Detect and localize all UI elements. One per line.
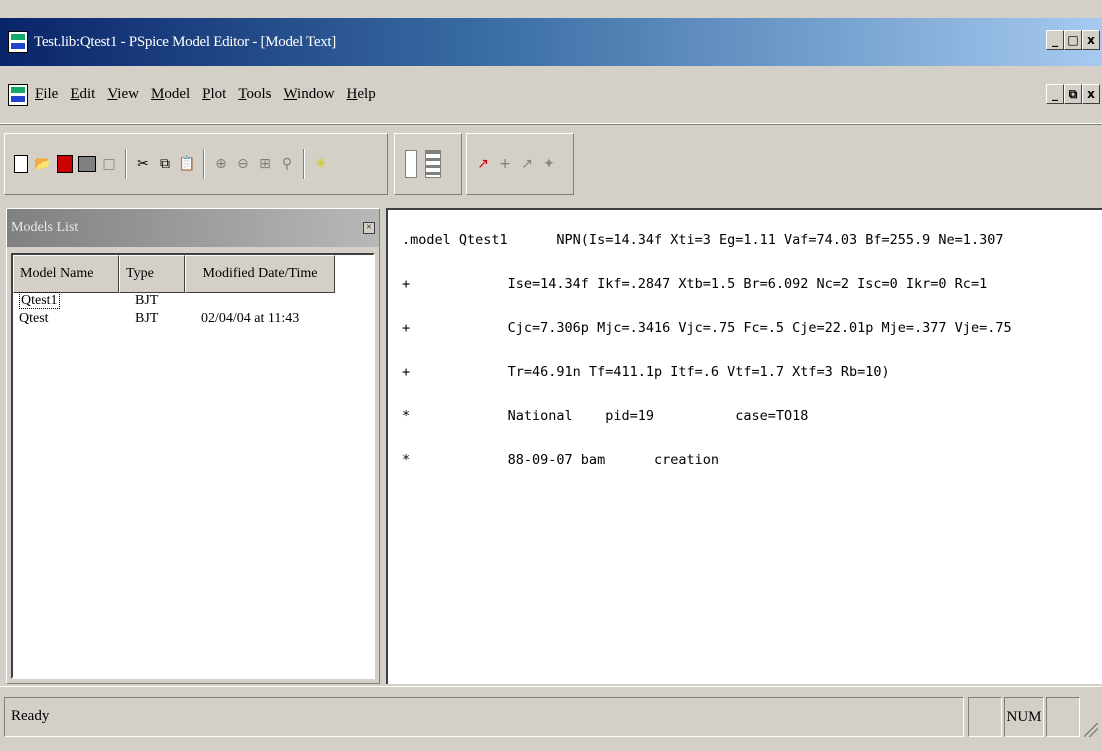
cut-icon[interactable]: ✂ xyxy=(133,151,153,177)
code-line[interactable]: + Ise=14.34f Ikf=.2847 Xtb=1.5 Br=6.092 … xyxy=(402,276,987,292)
model-text-editor[interactable]: .model Qtest1 NPN(Is=14.34f Xti=3 Eg=1.1… xyxy=(386,208,1102,684)
models-list-header: Models List × xyxy=(7,209,379,247)
toolbar-group-plot: ↗ + ↗ ✦ xyxy=(466,133,574,195)
code-line[interactable]: .model Qtest1 NPN(Is=14.34f Xti=3 Eg=1.1… xyxy=(402,232,1003,248)
menu-window[interactable]: Window xyxy=(282,84,335,105)
status-indicator-caps xyxy=(968,697,1002,737)
open-icon[interactable]: 📂 xyxy=(33,151,53,177)
document-icon[interactable] xyxy=(8,83,28,106)
model-date-cell: 02/04/04 at 11:43 xyxy=(201,311,300,326)
fit-icon[interactable]: ✦ xyxy=(539,151,559,177)
model-type-cell: BJT xyxy=(135,293,159,308)
column-model-name[interactable]: Model Name xyxy=(13,255,119,293)
code-line[interactable]: + Tr=46.91n Tf=411.1p Itf=.6 Vtf=1.7 Xtf… xyxy=(402,364,890,380)
toolbar-separator xyxy=(203,149,205,179)
window-controls: _ □ x xyxy=(1046,30,1100,50)
model-date-cell xyxy=(185,293,335,311)
child-close-button[interactable]: x xyxy=(1082,84,1100,104)
child-minimize-button[interactable]: _ xyxy=(1046,84,1064,104)
paste-icon[interactable]: 📋 xyxy=(177,151,197,177)
menu-plot[interactable]: Plot xyxy=(201,84,227,105)
models-list-panel: Models List × Model Name Type Modified D… xyxy=(6,208,380,684)
status-bar: Ready NUM xyxy=(0,686,1102,751)
new-icon[interactable] xyxy=(11,151,31,177)
status-text: Ready xyxy=(4,697,964,737)
maximize-button[interactable]: □ xyxy=(1064,30,1082,50)
add-trace-icon[interactable]: ↗ xyxy=(473,151,493,177)
menu-edit[interactable]: Edit xyxy=(69,84,96,105)
close-icon[interactable]: × xyxy=(363,222,375,234)
save-icon[interactable] xyxy=(55,151,75,177)
menu-bar: File Edit View Model Plot Tools Window H… xyxy=(0,66,1102,124)
zoom-area-icon[interactable]: ⊞ xyxy=(255,151,275,177)
zoom-fit-icon[interactable]: ⚲ xyxy=(277,151,297,177)
code-line[interactable]: + Cjc=7.306p Mjc=.3416 Vjc=.75 Fc=.5 Cje… xyxy=(402,320,1012,336)
toolbar-group-view xyxy=(394,133,462,195)
model-name-cell: Qtest xyxy=(19,311,49,326)
model-name-cell: Qtest1 xyxy=(19,292,60,309)
column-modified[interactable]: Modified Date/Time xyxy=(185,255,335,293)
models-list-title: Models List xyxy=(11,220,79,235)
list-item[interactable]: Qtest1 BJT xyxy=(13,292,373,311)
cursor-icon[interactable]: + xyxy=(495,151,515,177)
models-list[interactable]: Model Name Type Modified Date/Time Qtest… xyxy=(11,253,375,679)
menu-help[interactable]: Help xyxy=(346,84,377,105)
status-indicator-scroll xyxy=(1046,697,1080,737)
menu-model[interactable]: Model xyxy=(150,84,191,105)
view-panel-icon[interactable] xyxy=(401,150,421,178)
child-restore-button[interactable]: ⧉ xyxy=(1064,84,1082,104)
status-indicator-num: NUM xyxy=(1004,697,1044,737)
toolbar-separator xyxy=(303,149,305,179)
model-type-cell: BJT xyxy=(135,311,159,326)
view-text-icon[interactable] xyxy=(423,150,443,178)
column-type[interactable]: Type xyxy=(119,255,185,293)
print-icon[interactable] xyxy=(77,151,97,177)
toolbar: 📂 □ ✂ ⧉ 📋 ⊕ ⊖ ⊞ ⚲ ✳ ↗ + ↗ ✦ xyxy=(0,124,1102,206)
code-line[interactable]: * 88-09-07 bam creation xyxy=(402,452,719,468)
copy-icon[interactable]: ⧉ xyxy=(155,151,175,177)
zoom-in-icon[interactable]: ⊕ xyxy=(211,151,231,177)
toolbar-group-main: 📂 □ ✂ ⧉ 📋 ⊕ ⊖ ⊞ ⚲ ✳ xyxy=(4,133,388,195)
list-item[interactable]: Qtest BJT 02/04/04 at 11:43 xyxy=(13,311,373,329)
app-icon[interactable] xyxy=(8,31,28,53)
menu-view[interactable]: View xyxy=(106,84,140,105)
list-header: Model Name Type Modified Date/Time xyxy=(13,255,373,293)
minimize-button[interactable]: _ xyxy=(1046,30,1064,50)
window-title: Test.lib:Qtest1 - PSpice Model Editor - … xyxy=(34,33,336,50)
close-button[interactable]: x xyxy=(1082,30,1100,50)
toolbar-separator xyxy=(125,149,127,179)
menu-tools[interactable]: Tools xyxy=(237,84,272,105)
trace-icon[interactable]: ↗ xyxy=(517,151,537,177)
code-line[interactable]: * National pid=19 case=TO18 xyxy=(402,408,808,424)
menu-file[interactable]: File xyxy=(34,84,59,105)
zoom-out-icon[interactable]: ⊖ xyxy=(233,151,253,177)
resize-grip-icon[interactable] xyxy=(1084,723,1098,737)
child-window-controls: _ ⧉ x xyxy=(1046,84,1100,104)
print-preview-icon[interactable]: □ xyxy=(99,151,119,177)
extract-model-icon[interactable]: ✳ xyxy=(311,151,331,177)
title-bar: Test.lib:Qtest1 - PSpice Model Editor - … xyxy=(0,18,1102,66)
